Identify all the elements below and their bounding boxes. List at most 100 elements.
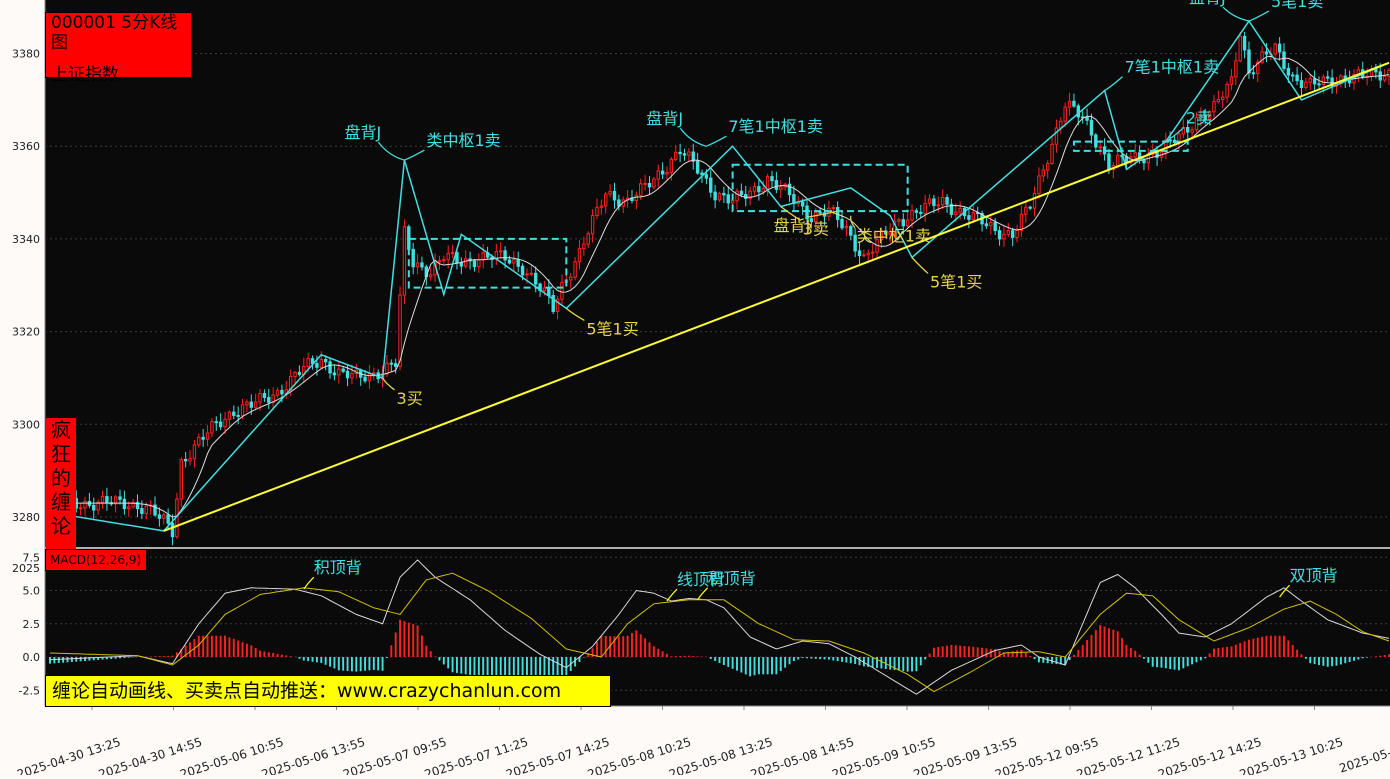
candle-body	[402, 226, 407, 296]
promo-banner[interactable]: 缠论自动画线、买卖点自动推送：www.crazychanlun.com	[45, 675, 611, 707]
candle-body	[770, 176, 774, 182]
candle-body	[385, 362, 389, 375]
candle-body	[577, 248, 582, 263]
candle-body	[179, 458, 183, 500]
candle-body	[656, 170, 660, 180]
candle-body	[604, 193, 608, 207]
candle-body	[704, 174, 709, 179]
candle-body	[1242, 35, 1247, 51]
candle-body	[315, 363, 319, 368]
candle-body	[1019, 213, 1024, 231]
candle-body	[1186, 127, 1190, 133]
candle-body	[245, 401, 249, 406]
promo-text: 缠论自动画线、买卖点自动推送：www.crazychanlun.com	[52, 680, 562, 702]
candle-body	[739, 190, 744, 195]
macd-signal-label: 积顶背	[708, 569, 756, 588]
signal-label: 盘背J	[344, 123, 381, 142]
candle-body	[1286, 67, 1291, 76]
candle-body	[1317, 83, 1321, 86]
candle-body	[1089, 119, 1094, 136]
candle-body	[1382, 75, 1387, 81]
macd-corner-label: 2025	[12, 562, 40, 575]
candle-body	[818, 211, 822, 214]
candle-body	[1032, 193, 1037, 209]
candle-body	[267, 396, 271, 403]
candle-body	[253, 401, 258, 408]
candle-body	[761, 188, 765, 193]
candle-body	[1168, 139, 1172, 142]
candle-body	[1028, 206, 1032, 209]
candle-body	[940, 197, 945, 206]
candle-body	[1133, 152, 1137, 158]
chart-window: 3280 3300 3320 3340 3360 3380 盘背J 类中枢1卖 3买 5笔1买 盘背…	[0, 0, 1390, 779]
signal-label: 2卖	[1186, 109, 1212, 128]
side-char: 缠	[51, 490, 71, 514]
candle-body	[529, 272, 534, 275]
candle-body	[669, 158, 674, 173]
candle-body	[1295, 74, 1299, 82]
kline-chart[interactable]: 3280 3300 3320 3340 3360 3380 盘背J 类中枢1卖 3买 5笔1买 盘背…	[0, 0, 1390, 779]
candle-body	[997, 230, 1002, 240]
signal-label: 5笔1买	[930, 272, 982, 291]
candle-body	[183, 458, 188, 462]
candle-body	[499, 250, 503, 253]
candle-body	[1304, 81, 1308, 88]
signal-label: 7笔1中枢1卖	[1125, 58, 1220, 77]
candle-body	[1067, 100, 1072, 108]
candle-body	[1107, 153, 1111, 170]
candle-body	[363, 376, 367, 382]
candle-body	[328, 361, 332, 374]
time-tick-label: 2025-05-13	[1337, 741, 1390, 775]
index-name: 上证指数	[51, 65, 119, 85]
candle-body	[862, 254, 866, 257]
candle-body	[849, 226, 853, 236]
candle-body	[1098, 146, 1102, 149]
candle-body	[78, 507, 83, 510]
candle-body	[936, 204, 940, 207]
candle-body	[831, 207, 835, 210]
candle-body	[1045, 162, 1050, 171]
candle-body	[779, 186, 783, 190]
candle-body	[652, 178, 656, 188]
signal-label: 7笔1中枢1卖	[728, 117, 823, 136]
candle-body	[870, 251, 875, 254]
candle-body	[993, 222, 997, 232]
candle-body	[367, 373, 372, 382]
candle-body	[210, 421, 214, 434]
candle-body	[547, 287, 551, 296]
candle-body	[389, 362, 394, 365]
candle-body	[236, 414, 240, 417]
candle-body	[293, 371, 297, 377]
candle-body	[337, 368, 341, 376]
candle-body	[507, 259, 512, 264]
candle-body	[197, 436, 201, 446]
candle-body	[582, 243, 586, 250]
macd-label-box: MACD(12,26,9)	[45, 549, 147, 571]
price-tick-label: 3340	[12, 233, 40, 246]
candle-body	[323, 358, 328, 363]
candle-body	[678, 151, 682, 155]
macd-tick-label: -2.5	[19, 684, 40, 697]
candle-body	[1312, 78, 1317, 85]
candle-body	[844, 226, 849, 229]
candle-body	[1321, 76, 1326, 86]
signal-label: 5笔1买	[586, 319, 638, 338]
candle-body	[525, 273, 529, 276]
signal-label: 5笔1卖	[1271, 0, 1323, 11]
candle-body	[590, 214, 595, 235]
candle-body	[726, 194, 730, 204]
candle-body	[1072, 100, 1076, 107]
candle-body	[516, 259, 520, 267]
candle-body	[682, 153, 687, 156]
candle-body	[752, 186, 757, 192]
candle-body	[713, 191, 717, 201]
candle-body	[205, 432, 210, 440]
candle-body	[201, 436, 205, 440]
candle-body	[1299, 80, 1304, 88]
chart-code-title: 000001 5分K线图	[51, 13, 178, 53]
candle-body	[923, 202, 927, 214]
candle-body	[463, 258, 468, 267]
macd-signal-label: 积顶背	[314, 558, 362, 577]
signal-label: 类中枢1卖	[857, 227, 931, 246]
candle-body	[1251, 72, 1256, 75]
